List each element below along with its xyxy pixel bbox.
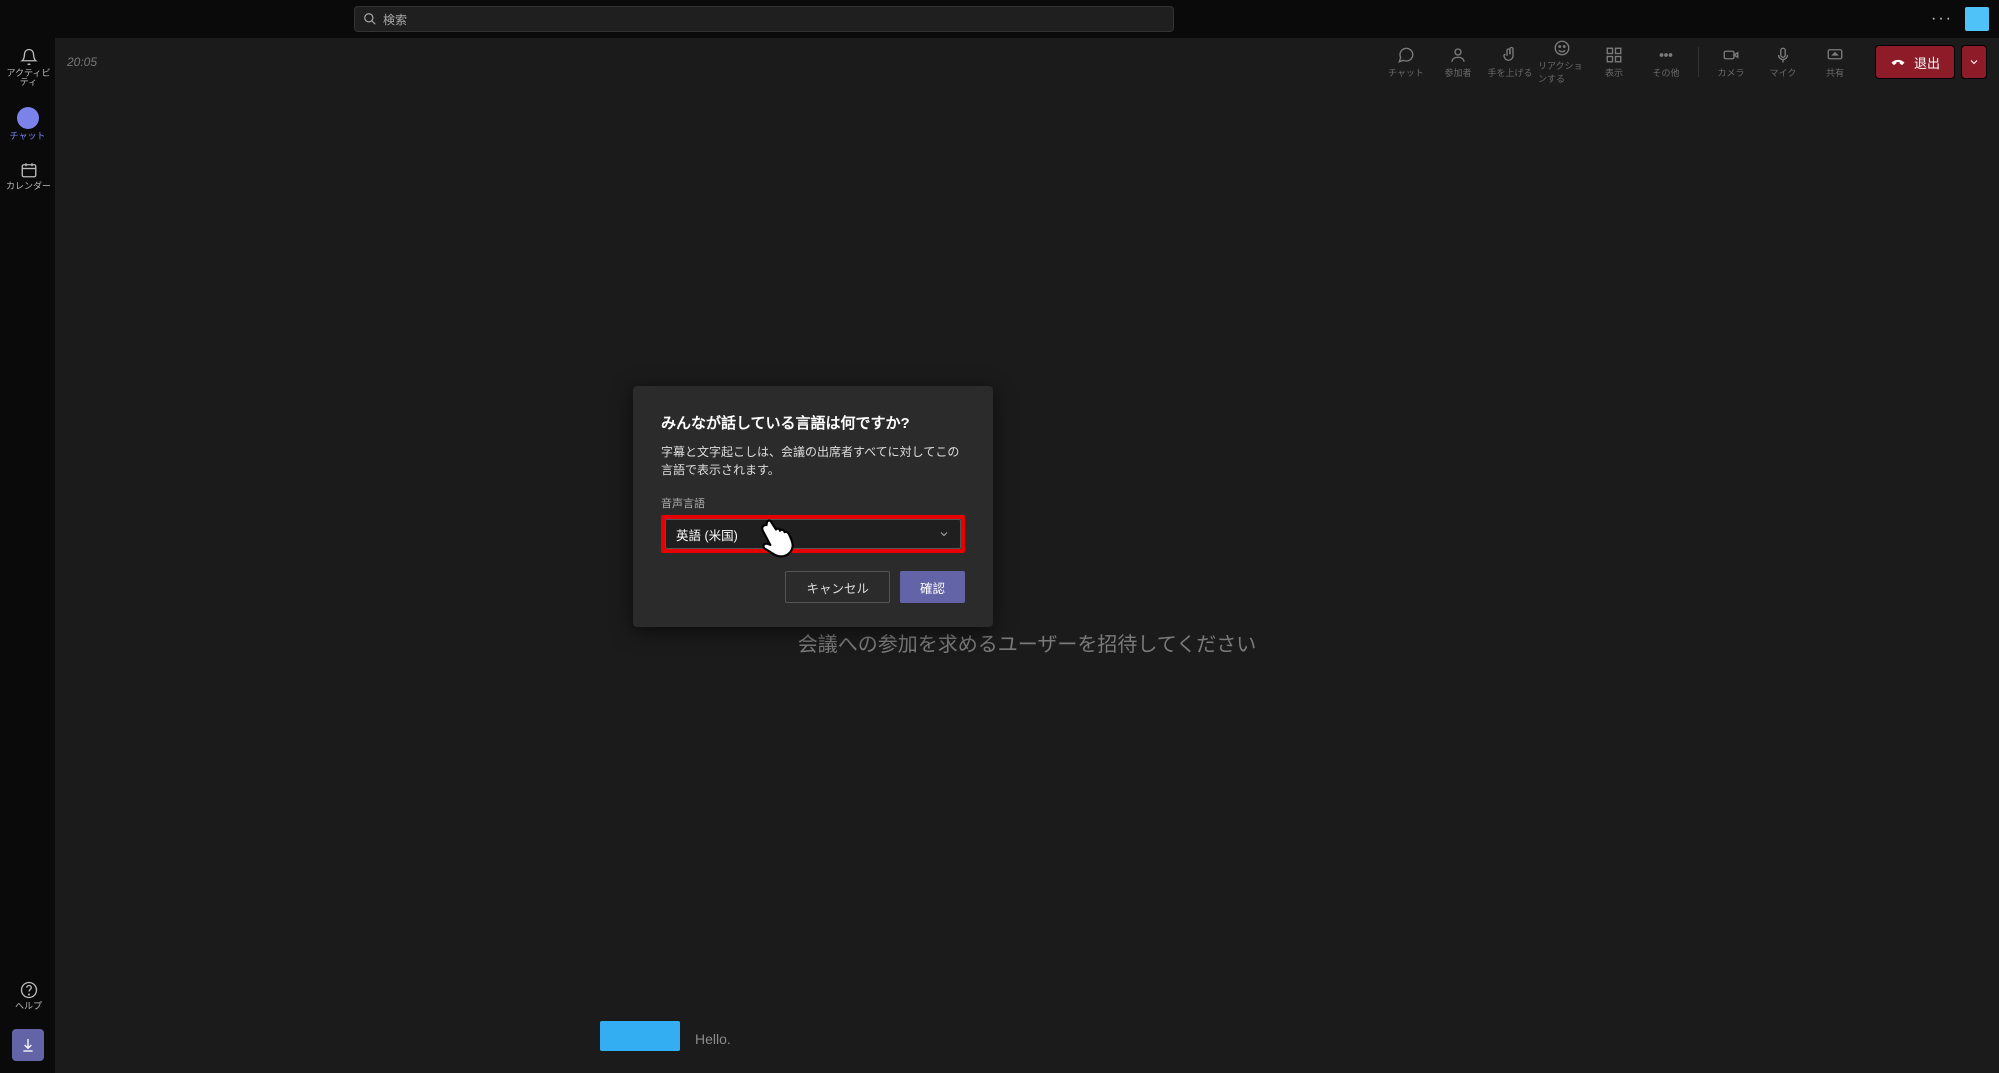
rail-activity[interactable]: アクティビティ [3, 44, 53, 91]
topbar-right: ··· [1931, 7, 1989, 31]
avatar[interactable] [1965, 7, 1989, 31]
search-icon [363, 12, 377, 26]
audio-language-label: 音声言語 [661, 495, 965, 511]
rail-help-label: ヘルプ [15, 1002, 42, 1011]
meeting-main: 20:05 チャット 参加者 手を上げる リアクションする [55, 38, 1999, 1073]
cancel-button[interactable]: キャンセル [785, 571, 890, 603]
divider [1698, 47, 1699, 77]
meeting-react-button[interactable]: リアクションする [1538, 39, 1586, 85]
left-rail: アクティビティ チャット カレンダー ヘルプ [0, 38, 55, 1073]
meeting-share-button[interactable]: 共有 [1811, 46, 1859, 79]
selected-language-value: 英語 (米国) [676, 525, 738, 544]
dialog-description: 字幕と文字起こしは、会議の出席者すべてに対してこの言語で表示されます。 [661, 443, 965, 479]
download-button[interactable] [12, 1029, 44, 1061]
dialog-title: みんなが話している言語は何ですか? [661, 412, 965, 433]
grid-icon [1605, 46, 1623, 64]
meeting-participants-button[interactable]: 参加者 [1434, 46, 1482, 79]
chevron-down-icon [1968, 56, 1980, 68]
rail-chat[interactable]: チャット [3, 103, 53, 145]
meeting-view-label: 表示 [1605, 66, 1623, 79]
rail-activity-label: アクティビティ [5, 69, 53, 87]
meeting-stage: みんなが話している言語は何ですか? 字幕と文字起こしは、会議の出席者すべてに対し… [55, 86, 1999, 1073]
emoji-icon [1553, 39, 1571, 57]
caption-text: Hello. [695, 1031, 731, 1047]
help-icon [20, 981, 38, 999]
meeting-elapsed-time: 20:05 [67, 55, 97, 69]
leave-button[interactable]: 退出 [1875, 45, 1955, 79]
settings-more-icon[interactable]: ··· [1931, 10, 1953, 28]
bell-icon [20, 48, 38, 66]
meeting-camera-label: カメラ [1717, 66, 1744, 79]
meeting-view-button[interactable]: 表示 [1590, 46, 1638, 79]
chevron-down-icon [938, 528, 950, 540]
meeting-bar: 20:05 チャット 参加者 手を上げる リアクションする [55, 38, 1999, 86]
audio-language-select[interactable]: 英語 (米国) [665, 519, 961, 549]
leave-label: 退出 [1914, 53, 1940, 72]
highlight-annotation: 英語 (米国) [661, 515, 965, 553]
meeting-share-label: 共有 [1826, 66, 1844, 79]
meeting-more-button[interactable]: その他 [1642, 46, 1690, 79]
meeting-more-label: その他 [1652, 66, 1679, 79]
more-icon [1657, 46, 1675, 64]
rail-calendar[interactable]: カレンダー [3, 157, 53, 195]
dialog-actions: キャンセル 確認 [661, 571, 965, 603]
meeting-chat-button[interactable]: チャット [1382, 46, 1430, 79]
meeting-mic-button[interactable]: マイク [1759, 46, 1807, 79]
download-icon [20, 1037, 36, 1053]
meeting-react-label: リアクションする [1538, 59, 1586, 85]
meeting-chat-label: チャット [1388, 66, 1424, 79]
hangup-icon [1890, 54, 1906, 70]
chat-active-badge [17, 107, 39, 129]
share-screen-icon [1826, 46, 1844, 64]
title-bar: 検索 ··· [0, 0, 1999, 38]
leave-options-button[interactable] [1961, 45, 1987, 79]
search-placeholder: 検索 [383, 11, 407, 28]
calendar-icon [20, 161, 38, 179]
raise-hand-icon [1501, 46, 1519, 64]
mic-icon [1774, 46, 1792, 64]
rail-chat-label: チャット [10, 132, 46, 141]
meeting-controls: チャット 参加者 手を上げる リアクションする 表示 [1382, 39, 1987, 85]
meeting-raise-hand-label: 手を上げる [1487, 66, 1532, 79]
search-input[interactable]: 検索 [354, 6, 1174, 32]
chat-bubble-icon [1397, 46, 1415, 64]
participant-self-tile[interactable] [600, 1021, 680, 1051]
camera-icon [1722, 46, 1740, 64]
meeting-participants-label: 参加者 [1444, 66, 1471, 79]
meeting-mic-label: マイク [1770, 66, 1797, 79]
rail-help[interactable]: ヘルプ [3, 977, 53, 1015]
invite-prompt: 会議への参加を求めるユーザーを招待してください [798, 628, 1256, 657]
rail-calendar-label: カレンダー [6, 182, 51, 191]
confirm-button[interactable]: 確認 [900, 571, 965, 603]
confirm-label: 確認 [920, 578, 945, 597]
spoken-language-dialog: みんなが話している言語は何ですか? 字幕と文字起こしは、会議の出席者すべてに対し… [633, 386, 993, 627]
people-icon [1449, 46, 1467, 64]
meeting-camera-button[interactable]: カメラ [1707, 46, 1755, 79]
meeting-raise-hand-button[interactable]: 手を上げる [1486, 46, 1534, 79]
chat-icon [21, 111, 35, 125]
cancel-label: キャンセル [806, 578, 869, 597]
